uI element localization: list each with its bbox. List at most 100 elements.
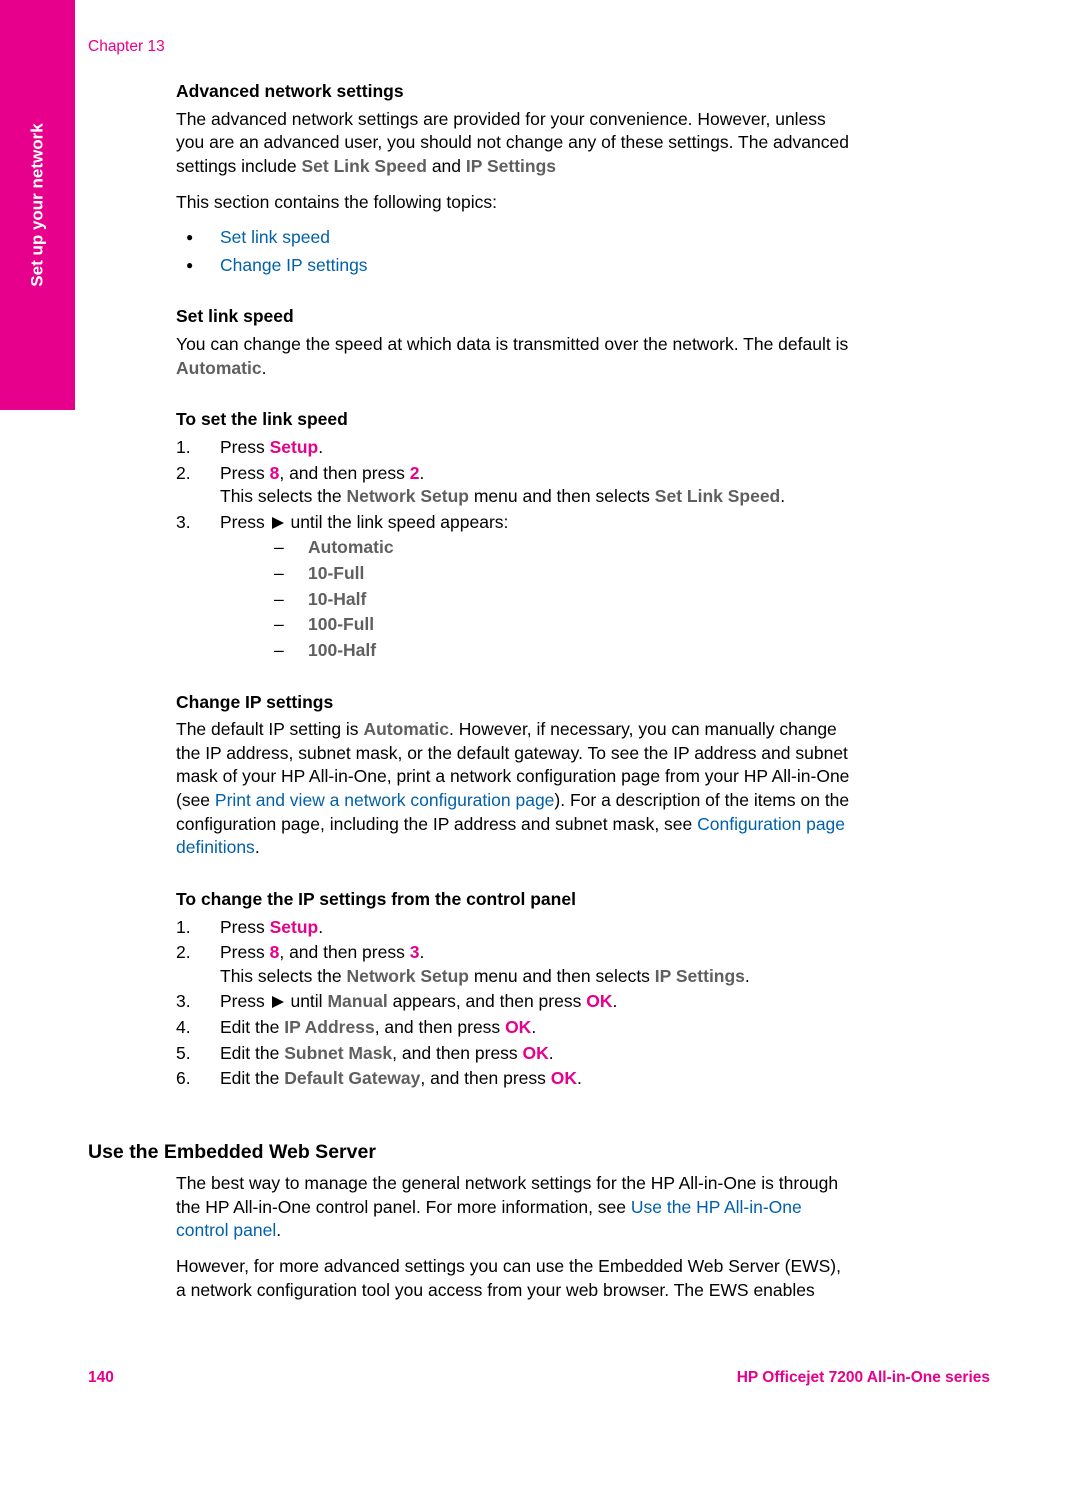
- term-automatic: Automatic: [363, 719, 449, 739]
- topics-list: Set link speed Change IP settings: [176, 226, 851, 277]
- text: , and then press: [279, 463, 409, 483]
- term-ip-settings: IP Settings: [466, 156, 556, 176]
- step-1: Press Setup.: [176, 916, 851, 940]
- button-ok: OK: [505, 1017, 531, 1037]
- term-default-gateway: Default Gateway: [284, 1068, 420, 1088]
- text: , and then press: [375, 1017, 505, 1037]
- key-2: 2: [410, 463, 420, 483]
- steps-change-ip: Press Setup. Press 8, and then press 3. …: [176, 916, 851, 1091]
- text: and: [427, 156, 466, 176]
- text: 10-Half: [308, 589, 366, 609]
- link-change-ip-settings[interactable]: Change IP settings: [220, 255, 368, 275]
- step-1: Press Setup.: [176, 436, 851, 460]
- page-footer: 140 HP Officejet 7200 All-in-One series: [88, 1368, 990, 1389]
- main-content-upper: Advanced network settings The advanced n…: [176, 80, 851, 1119]
- text: The default IP setting is: [176, 719, 363, 739]
- text: This selects the: [220, 486, 346, 506]
- page-number: 140: [88, 1368, 114, 1389]
- para-set-link-speed: You can change the speed at which data i…: [176, 333, 851, 380]
- chapter-label: Chapter 13: [88, 37, 165, 58]
- para-advanced-network: The advanced network settings are provid…: [176, 108, 851, 179]
- text: .: [262, 358, 267, 378]
- text: Press: [220, 991, 270, 1011]
- step-5: Edit the Subnet Mask, and then press OK.: [176, 1042, 851, 1066]
- term-ip-address: IP Address: [284, 1017, 374, 1037]
- option-automatic: Automatic: [264, 536, 851, 560]
- text: .: [255, 837, 260, 857]
- step-2: Press 8, and then press 2. This selects …: [176, 462, 851, 509]
- text: 100-Full: [308, 614, 374, 634]
- section-side-tab: Set up your network: [0, 0, 75, 410]
- text: appears, and then press: [388, 991, 586, 1011]
- button-ok: OK: [523, 1043, 549, 1063]
- text: , and then press: [392, 1043, 522, 1063]
- para-ews-1: The best way to manage the general netwo…: [176, 1172, 851, 1243]
- option-100-full: 100-Full: [264, 613, 851, 637]
- right-arrow-icon: [272, 517, 284, 529]
- para-change-ip: The default IP setting is Automatic. How…: [176, 718, 851, 860]
- text: Press: [220, 917, 270, 937]
- term-manual: Manual: [327, 991, 387, 1011]
- button-setup: Setup: [270, 437, 319, 457]
- step-3: Press until Manual appears, and then pre…: [176, 990, 851, 1014]
- heading-ews: Use the Embedded Web Server: [88, 1139, 850, 1165]
- heading-to-change-ip: To change the IP settings from the contr…: [176, 888, 851, 912]
- heading-to-set-link-speed: To set the link speed: [176, 408, 851, 432]
- ews-content: The best way to manage the general netwo…: [176, 1172, 851, 1314]
- para-topics-intro: This section contains the following topi…: [176, 191, 851, 215]
- text: .: [549, 1043, 554, 1063]
- right-arrow-icon: [272, 996, 284, 1008]
- term-set-link-speed: Set Link Speed: [302, 156, 427, 176]
- text: Edit the: [220, 1068, 284, 1088]
- option-100-half: 100-Half: [264, 639, 851, 663]
- text: Press: [220, 512, 270, 532]
- option-10-half: 10-Half: [264, 588, 851, 612]
- link-speed-options: Automatic 10-Full 10-Half 100-Full 100-H…: [264, 536, 851, 662]
- term-network-setup: Network Setup: [346, 486, 469, 506]
- button-ok: OK: [586, 991, 612, 1011]
- text: Edit the: [220, 1043, 284, 1063]
- term-ip-settings: IP Settings: [655, 966, 745, 986]
- step-2: Press 8, and then press 3. This selects …: [176, 941, 851, 988]
- step-6: Edit the Default Gateway, and then press…: [176, 1067, 851, 1091]
- text: menu and then selects: [469, 966, 655, 986]
- text: .: [419, 942, 424, 962]
- text: until the link speed appears:: [286, 512, 509, 532]
- text: .: [318, 437, 323, 457]
- term-automatic: Automatic: [176, 358, 262, 378]
- text: .: [318, 917, 323, 937]
- text: Edit the: [220, 1017, 284, 1037]
- text: .: [276, 1220, 281, 1240]
- button-setup: Setup: [270, 917, 319, 937]
- key-8: 8: [270, 942, 280, 962]
- text: This selects the: [220, 966, 346, 986]
- step-3: Press until the link speed appears: Auto…: [176, 511, 851, 663]
- text: Press: [220, 437, 270, 457]
- term-set-link-speed: Set Link Speed: [655, 486, 780, 506]
- text: .: [419, 463, 424, 483]
- text: 10-Full: [308, 563, 364, 583]
- para-ews-2: However, for more advanced settings you …: [176, 1255, 851, 1302]
- text: until: [286, 991, 328, 1011]
- term-network-setup: Network Setup: [346, 966, 469, 986]
- link-print-config-page[interactable]: Print and view a network configuration p…: [215, 790, 555, 810]
- text: menu and then selects: [469, 486, 655, 506]
- term-subnet-mask: Subnet Mask: [284, 1043, 392, 1063]
- text: .: [745, 966, 750, 986]
- button-ok: OK: [551, 1068, 577, 1088]
- option-10-full: 10-Full: [264, 562, 851, 586]
- text: .: [577, 1068, 582, 1088]
- text: .: [612, 991, 617, 1011]
- text: .: [780, 486, 785, 506]
- link-set-link-speed[interactable]: Set link speed: [220, 227, 330, 247]
- key-8: 8: [270, 463, 280, 483]
- text: You can change the speed at which data i…: [176, 334, 848, 354]
- heading-advanced-network: Advanced network settings: [176, 80, 851, 104]
- side-tab-label: Set up your network: [26, 123, 49, 286]
- heading-set-link-speed: Set link speed: [176, 305, 851, 329]
- text: 100-Half: [308, 640, 376, 660]
- list-item: Set link speed: [176, 226, 851, 250]
- text: , and then press: [420, 1068, 550, 1088]
- list-item: Change IP settings: [176, 254, 851, 278]
- heading-change-ip: Change IP settings: [176, 691, 851, 715]
